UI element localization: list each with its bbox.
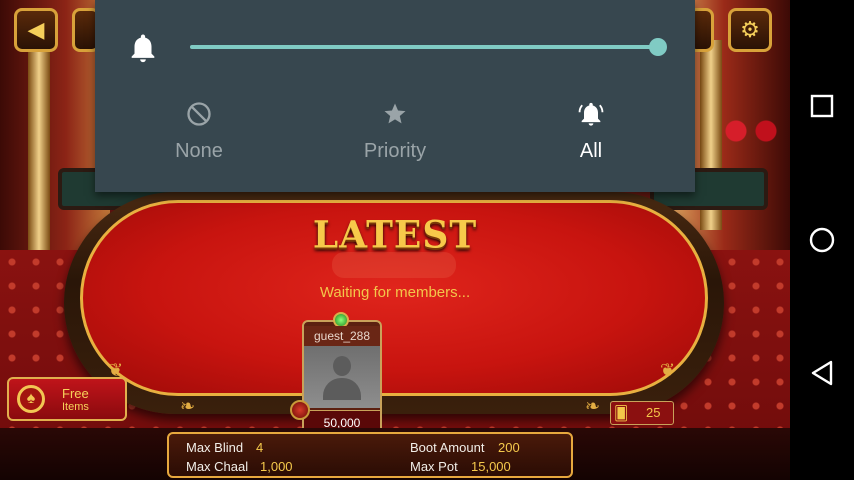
free-items-sublabel: Items (62, 401, 89, 413)
background-flowers (722, 118, 782, 144)
table-ornament-icon: ❧ (180, 396, 196, 416)
mode-none-label: None (175, 140, 223, 162)
card-count: 25 (646, 405, 661, 420)
max-blind-value: 4 (256, 440, 264, 455)
boot-amount-label: Boot Amount (410, 440, 485, 455)
back-button[interactable]: ◀ (14, 8, 58, 52)
volume-panel (95, 0, 695, 192)
max-blind-label: Max Blind (186, 440, 244, 455)
recents-button[interactable] (807, 91, 837, 121)
volume-slider-thumb[interactable] (649, 38, 667, 56)
volume-slider-track[interactable] (190, 45, 658, 49)
mode-all-label: All (579, 140, 603, 162)
mode-all-button[interactable]: All (521, 100, 661, 163)
spade-coin-icon: ♠ (17, 385, 45, 413)
do-not-disturb-icon (187, 102, 211, 126)
back-nav-button[interactable] (807, 358, 837, 388)
bell-icon (131, 34, 155, 63)
mode-priority-button[interactable]: Priority (325, 100, 465, 163)
max-chaal-value: 1,000 (260, 459, 293, 474)
cards-icon: 🂠 (614, 405, 629, 421)
table-ornament-icon: ❧ (585, 396, 601, 416)
avatar-head (333, 356, 351, 376)
max-chaal-label: Max Chaal (186, 459, 249, 474)
table-title: LATEST (312, 212, 478, 258)
bell-ringing-icon (578, 102, 604, 126)
max-pot-label: Max Pot (410, 459, 458, 474)
table-ornament-icon: ❦ (660, 360, 676, 380)
status-text: Waiting for members... (319, 284, 471, 301)
star-icon (384, 103, 406, 124)
settings-button[interactable]: ⚙ (728, 8, 772, 52)
gear-icon: ⚙ (740, 17, 760, 42)
mode-priority-label: Priority (363, 140, 427, 162)
background-pillar (28, 40, 50, 250)
mode-none-button[interactable]: None (129, 100, 269, 163)
home-button[interactable] (807, 225, 837, 255)
dealer-chip-icon (290, 400, 310, 420)
back-arrow-icon: ◀ (27, 17, 45, 42)
player-name: guest_288 (304, 326, 380, 346)
free-items-label: Free (62, 386, 89, 401)
max-pot-value: 15,000 (471, 459, 511, 474)
boot-amount-value: 200 (498, 440, 520, 455)
